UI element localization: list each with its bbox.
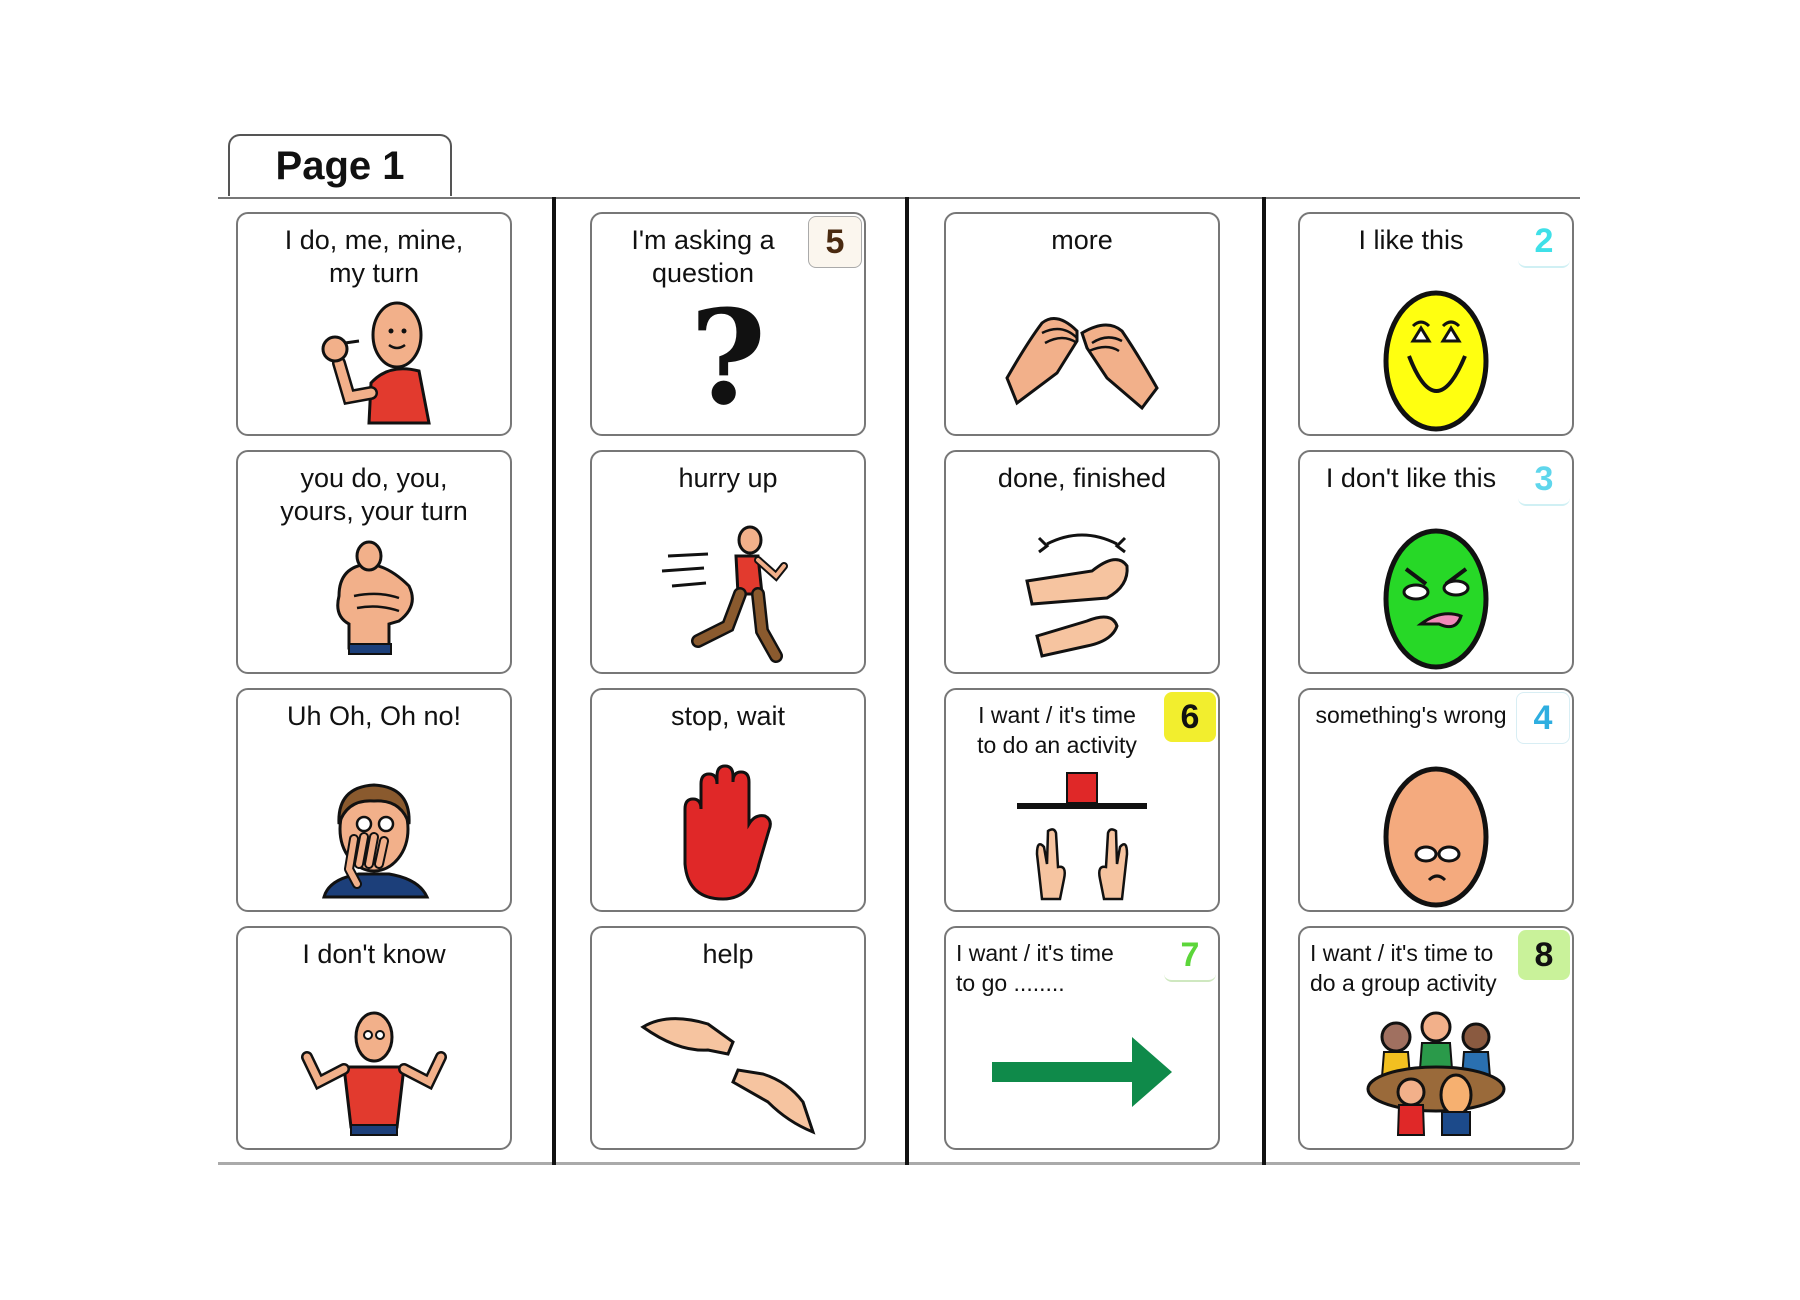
column-divider: [552, 197, 556, 1165]
happy-face-icon: [1300, 288, 1572, 431]
page-title: Page 1: [275, 143, 405, 188]
column-divider: [1262, 197, 1266, 1165]
card-number-badge: 6: [1164, 692, 1216, 742]
thumb-to-self-icon: [238, 288, 510, 428]
card-number-badge: 3: [1518, 454, 1570, 506]
question-mark-icon: ?: [689, 281, 767, 434]
helping-hands-icon: [592, 1002, 864, 1142]
card-label: stop, wait: [670, 701, 786, 731]
card-number-badge: 7: [1164, 930, 1216, 982]
card-label: hurry up: [678, 463, 778, 493]
running-person-icon: [592, 525, 864, 666]
card-number-badge: 8: [1518, 930, 1570, 980]
card-label: I don't like this: [1325, 463, 1497, 493]
card-number-badge: 2: [1518, 216, 1570, 268]
card-dont-know[interactable]: I don't know: [236, 926, 512, 1150]
card-uh-oh[interactable]: Uh Oh, Oh no!: [236, 688, 512, 912]
card-somethings-wrong[interactable]: something's wrong 4: [1298, 688, 1574, 912]
card-label: I like this: [1358, 225, 1464, 255]
stop-hand-icon: [592, 764, 864, 904]
card-label: I want / it's time to go ........: [956, 940, 1114, 996]
card-number-badge: 4: [1516, 692, 1570, 744]
card-label: more: [1051, 225, 1113, 255]
hand-over-mouth-icon: [238, 764, 510, 904]
card-label: you do, you, yours, your turn: [280, 463, 468, 526]
card-label: I do, me, mine, my turn: [284, 225, 464, 288]
top-divider: [218, 197, 1580, 199]
page-tab: Page 1: [228, 134, 452, 196]
card-more[interactable]: more: [944, 212, 1220, 436]
card-your-turn[interactable]: you do, you, yours, your turn: [236, 450, 512, 674]
card-group-activity[interactable]: I want / it's time to do a group activit…: [1298, 926, 1574, 1150]
card-number-badge: 5: [808, 216, 862, 268]
card-label: I want / it's time to do an activity: [977, 702, 1137, 758]
card-label: help: [702, 939, 754, 969]
card-stop-wait[interactable]: stop, wait: [590, 688, 866, 912]
more-sign-hands-icon: [946, 288, 1218, 428]
bottom-divider: [218, 1162, 1580, 1165]
card-label: I want / it's time to do a group activit…: [1310, 940, 1497, 996]
shrug-icon: [238, 1002, 510, 1142]
card-help[interactable]: help: [590, 926, 866, 1150]
card-i-like-this[interactable]: I like this 2: [1298, 212, 1574, 436]
card-activity[interactable]: I want / it's time to do an activity 6: [944, 688, 1220, 912]
card-label: done, finished: [997, 463, 1167, 493]
card-my-turn[interactable]: I do, me, mine, my turn: [236, 212, 512, 436]
card-asking-question[interactable]: I'm asking a question 5 ?: [590, 212, 866, 436]
card-hurry-up[interactable]: hurry up: [590, 450, 866, 674]
disgusted-face-icon: [1300, 526, 1572, 669]
green-arrow-right-icon: [946, 1002, 1218, 1142]
card-time-to-go[interactable]: I want / it's time to go ........ 7: [944, 926, 1220, 1150]
activity-icon: [946, 764, 1218, 904]
sad-face-icon: [1300, 764, 1572, 907]
card-done-finished[interactable]: done, finished: [944, 450, 1220, 674]
finished-sign-hands-icon: [946, 526, 1218, 666]
pointing-finger-icon: [238, 526, 510, 666]
card-label: Uh Oh, Oh no!: [286, 701, 462, 731]
group-activity-icon: [1300, 1002, 1572, 1142]
column-divider: [905, 197, 909, 1165]
card-label: something's wrong: [1315, 702, 1507, 728]
card-dont-like-this[interactable]: I don't like this 3: [1298, 450, 1574, 674]
card-label: I don't know: [302, 939, 446, 969]
